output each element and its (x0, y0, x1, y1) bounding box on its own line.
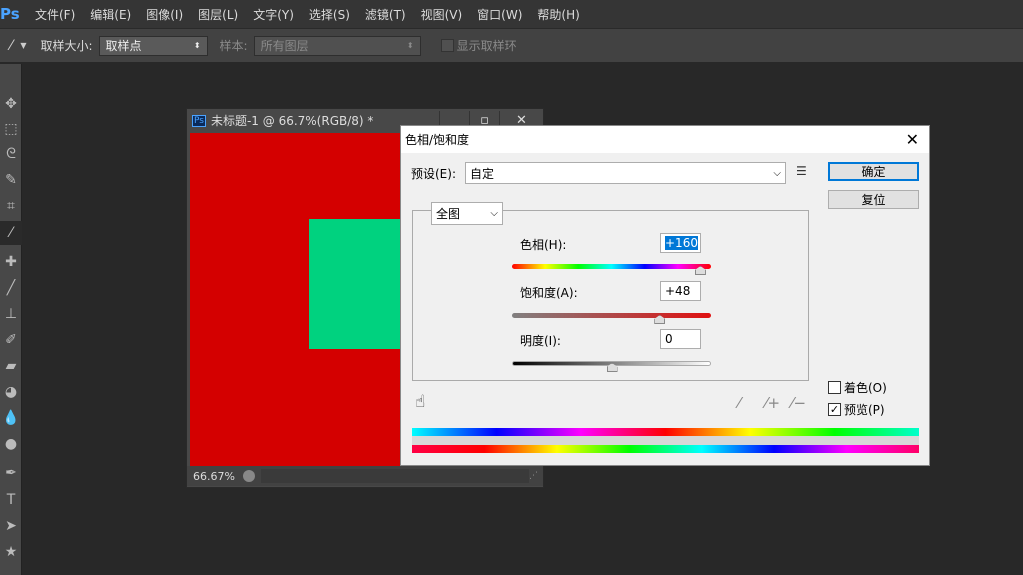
lightness-label: 明度(I): (520, 334, 561, 348)
reset-button[interactable]: 复位 (828, 190, 919, 209)
options-bar: ⁄ ▼ 取样大小: 取样点 ⬍ 样本: 所有图层 ⬍ 显示取样环 (0, 28, 1023, 62)
healing-brush-tool-icon[interactable]: ✚ (0, 250, 22, 274)
menu-type[interactable]: 文字(Y) (251, 6, 296, 23)
lightness-input[interactable]: 0 (660, 329, 701, 349)
resize-grip-icon[interactable]: ⋰ (529, 471, 543, 481)
color-bar-separator (412, 436, 919, 445)
menu-file[interactable]: 文件(F) (33, 6, 77, 23)
brush-tool-icon[interactable]: ╱ (0, 276, 22, 300)
saturation-input[interactable]: +48 (660, 281, 701, 301)
dialog-close-button[interactable]: ✕ (906, 130, 919, 149)
menu-filter[interactable]: 滤镜(T) (363, 6, 408, 23)
preset-value: 自定 (470, 166, 495, 181)
crop-tool-icon[interactable]: ⌗ (0, 194, 22, 218)
eyedropper-icon[interactable]: ⁄ (738, 394, 741, 412)
marquee-tool-icon[interactable]: ⬚ (0, 117, 22, 141)
sample-label: 样本: (219, 39, 248, 53)
type-tool-icon[interactable]: T (0, 488, 22, 512)
saturation-label: 饱和度(A): (520, 286, 578, 300)
show-ring-label: 显示取样环 (456, 39, 517, 53)
colorize-checkbox[interactable] (828, 381, 841, 394)
show-ring-checkbox[interactable] (440, 39, 454, 52)
eraser-tool-icon[interactable]: ▰ (0, 354, 22, 378)
menu-image[interactable]: 图像(I) (144, 6, 185, 23)
saturation-value: +48 (665, 284, 691, 298)
menu-layer[interactable]: 图层(L) (196, 6, 240, 23)
eyedropper-plus-icon[interactable]: ⁄+ (765, 394, 780, 412)
blur-tool-icon[interactable]: 💧 (0, 406, 22, 430)
document-status-bar: 66.67% ⋰ (187, 466, 543, 486)
hue-saturation-dialog: 色相/饱和度 ✕ 预设(E): 自定 ⌵ ☰ 确定 复位 全图 ⌵ 色相(H): +… (400, 125, 930, 466)
menu-view[interactable]: 视图(V) (419, 6, 465, 23)
input-color-bar (412, 445, 919, 453)
shape-tool-icon[interactable]: ★ (0, 540, 22, 564)
preview-option[interactable]: ✓ 预览(P) (828, 401, 885, 418)
lightness-value: 0 (665, 332, 673, 346)
sample-size-select[interactable]: 取样点 ⬍ (98, 35, 208, 56)
lasso-tool-icon[interactable]: ᘓ (0, 142, 22, 166)
menu-edit[interactable]: 编辑(E) (88, 6, 133, 23)
photoshop-logo: Ps (0, 5, 20, 23)
preset-options-icon[interactable]: ☰ (796, 164, 807, 178)
ok-label: 确定 (861, 165, 886, 179)
dialog-title-bar: 色相/饱和度 ✕ (401, 126, 929, 153)
zoom-level[interactable]: 66.67% (193, 470, 235, 483)
hue-slider-track[interactable] (512, 264, 711, 269)
status-menu-icon[interactable] (242, 470, 255, 482)
eyedropper-tool-icon[interactable]: ⁄ (0, 221, 22, 245)
eyedropper-minus-icon[interactable]: ⁄− (791, 394, 806, 412)
eyedropper-tool-icon[interactable]: ⁄ (10, 38, 12, 54)
ps-document-icon: Ps (192, 114, 206, 127)
colorize-option[interactable]: 着色(O) (828, 379, 887, 396)
reset-label: 复位 (861, 193, 886, 207)
colorize-label: 着色(O) (844, 381, 887, 395)
menu-select[interactable]: 选择(S) (307, 6, 352, 23)
quick-select-tool-icon[interactable]: ✎ (0, 168, 22, 192)
hue-label: 色相(H): (520, 238, 567, 252)
pen-tool-icon[interactable]: ✒ (0, 461, 22, 485)
history-brush-tool-icon[interactable]: ✐ (0, 328, 22, 352)
channel-select[interactable]: 全图 ⌵ (431, 202, 503, 225)
tool-preset-dropdown[interactable]: ▼ (20, 41, 26, 50)
preview-checkbox[interactable]: ✓ (828, 403, 841, 416)
paint-bucket-tool-icon[interactable]: ◕ (0, 380, 22, 404)
channel-value: 全图 (436, 207, 461, 221)
path-select-tool-icon[interactable]: ➤ (0, 514, 22, 538)
targeted-adjustment-hand-icon[interactable]: ☝ (415, 392, 425, 412)
hue-input[interactable]: +160 (660, 233, 701, 253)
adjustment-group (412, 210, 809, 381)
move-tool-icon[interactable]: ✥ (0, 92, 22, 116)
sample-select[interactable]: 所有图层 ⬍ (253, 35, 421, 56)
menu-bar: Ps 文件(F) 编辑(E) 图像(I) 图层(L) 文字(Y) 选择(S) 滤… (0, 0, 1023, 28)
sample-value: 所有图层 (260, 39, 309, 53)
ok-button[interactable]: 确定 (828, 162, 919, 181)
preview-label: 预览(P) (844, 403, 885, 417)
preset-label: 预设(E): (411, 167, 456, 181)
menu-window[interactable]: 窗口(W) (475, 6, 524, 23)
sample-size-value: 取样点 (105, 39, 142, 53)
status-info-field (260, 469, 529, 483)
dialog-title: 色相/饱和度 (405, 133, 470, 147)
output-color-bar (412, 428, 919, 436)
stamp-tool-icon[interactable]: ⊥ (0, 302, 22, 326)
saturation-slider-track[interactable] (512, 313, 711, 318)
preset-select[interactable]: 自定 ⌵ (465, 162, 786, 184)
menu-help[interactable]: 帮助(H) (535, 6, 581, 23)
dodge-tool-icon[interactable]: ● (0, 432, 22, 456)
sample-size-label: 取样大小: (40, 39, 93, 53)
hue-value: +160 (665, 236, 698, 250)
tools-panel: ✥ ⬚ ᘓ ✎ ⌗ ⁄ ✚ ╱ ⊥ ✐ ▰ ◕ 💧 ● ✒ T ➤ ★ (0, 64, 22, 575)
